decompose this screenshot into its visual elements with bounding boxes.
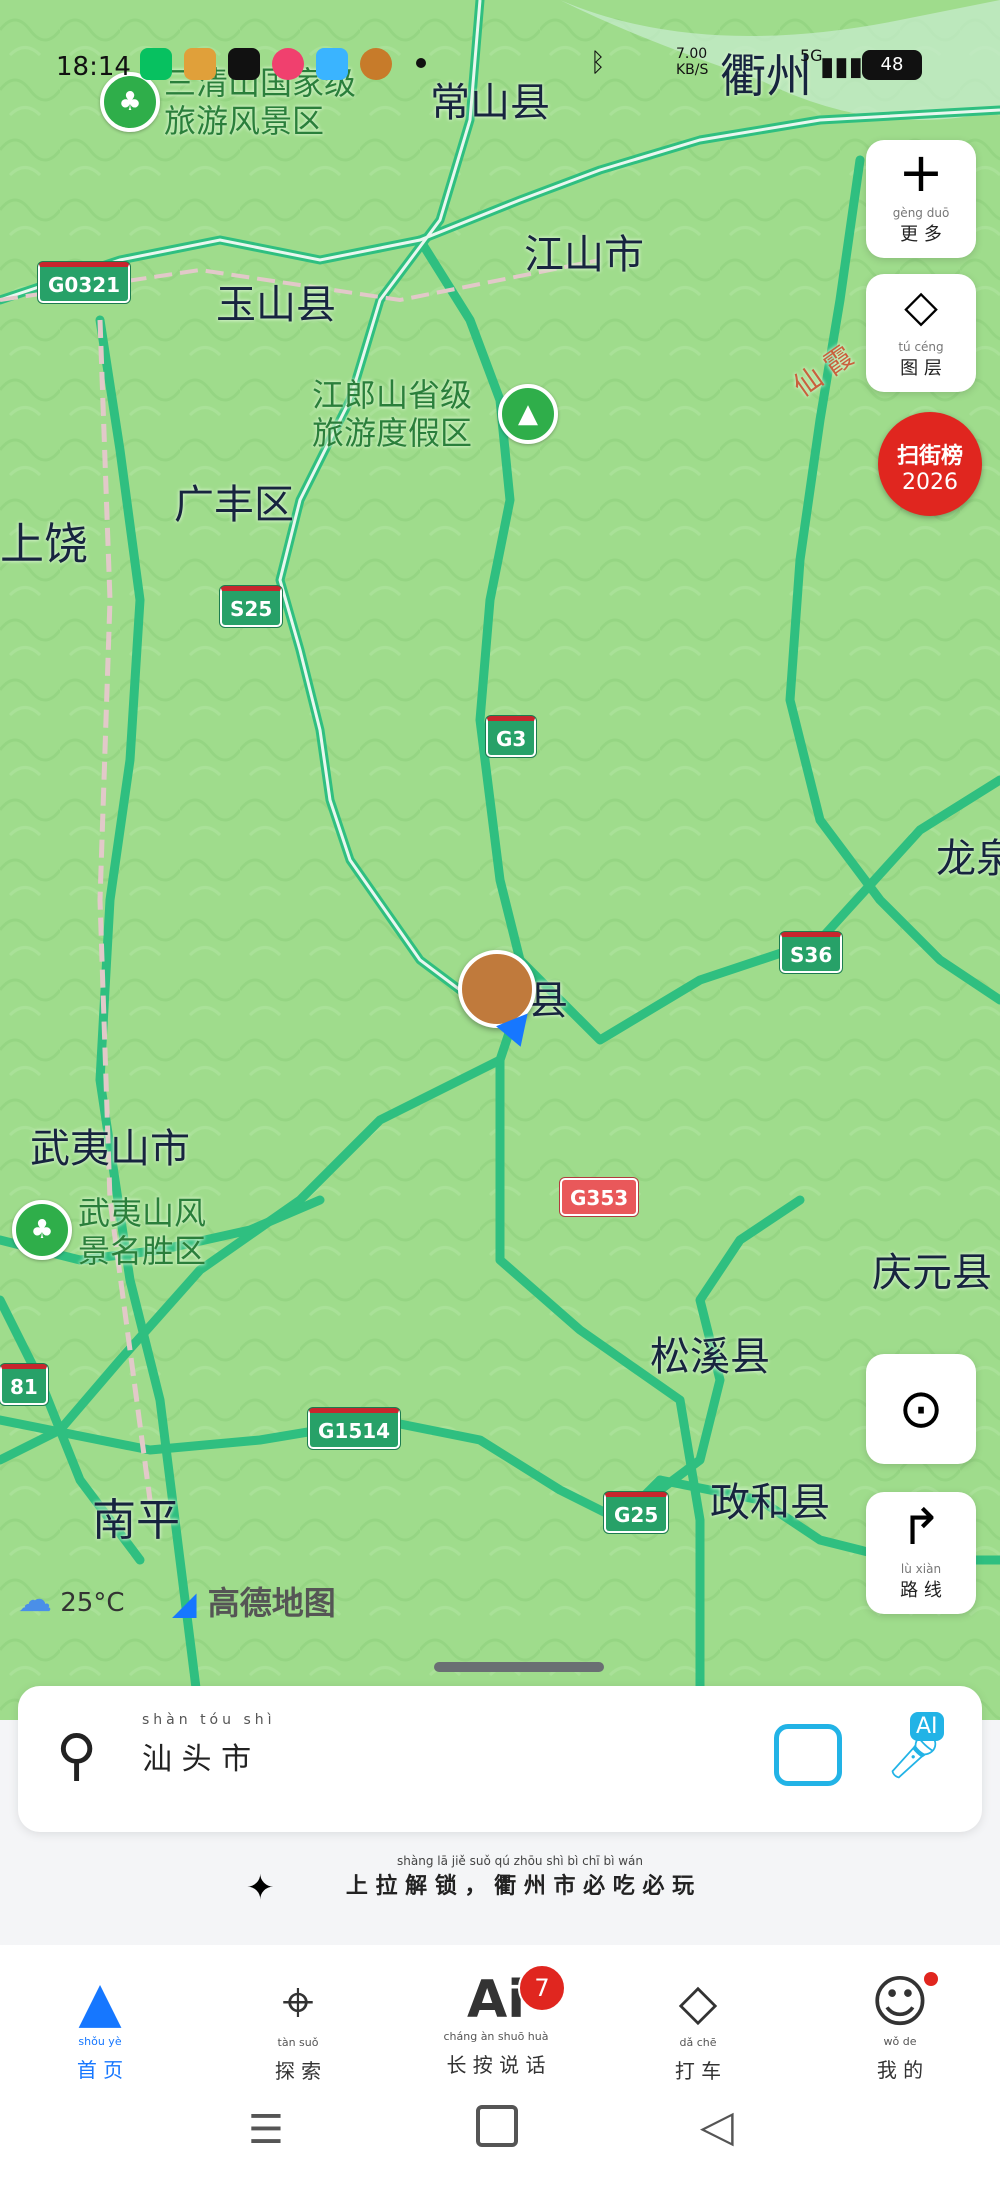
tab-taxi[interactable]: ⬦ dǎ chē 打 车 [628,1970,768,2084]
wechat-icon [140,48,172,80]
road-network [0,0,1000,1720]
place-yushan: 玉山县 [216,282,336,328]
plus-icon: + [898,141,944,204]
map-view[interactable]: 常山县 江山市 玉山县 广丰区 上饶 武夷山市 南平 松溪县 政和县 庆元县 龙… [0,0,1000,1720]
road-g353: G353 [560,1178,639,1216]
scenic-wuyi-2: 景名胜区 [78,1232,207,1270]
place-wuyishan: 武夷山市 [30,1126,190,1172]
taxi-icon: ⬦ [678,1970,718,2035]
tab-label: 我 的 [876,2058,924,2082]
status-time: 18:14 [56,52,131,82]
tab-pinyin: dǎ chē [679,2036,717,2049]
road-g0321: G0321 [38,262,131,303]
more-button[interactable]: + gèng duō 更 多 [866,140,976,258]
camera-icon[interactable] [774,1724,842,1786]
scenic-jianglangshan-1: 江郎山省级 [312,376,473,414]
crosshair-icon: ⊙ [898,1377,944,1440]
tab-explore[interactable]: ⌖ tàn suǒ 探 索 [228,1970,368,2084]
badge-line1: 扫街榜 [896,444,963,469]
tab-label: 长 按 说 话 [446,2053,546,2077]
more-label: 更 多 [900,224,942,245]
routes-pinyin: lù xiàn [900,1562,942,1576]
weather-temp: 25°C [60,1588,125,1618]
road-s36: S36 [780,932,843,973]
road-g3: G3 [486,716,537,757]
tab-profile[interactable]: ☺ wǒ de 我 的 [830,1970,970,2083]
locate-button[interactable]: ⊙ [866,1354,976,1464]
layers-label: 图 层 [900,358,942,379]
signal-bars-icon: ▮▮▮ [820,52,863,82]
video-icon [316,48,348,80]
red-dot-badge [924,1972,938,1986]
road-s25: S25 [220,586,283,627]
cloud-icon: ☁ [18,1580,52,1620]
notification-badge: 7 [518,1964,566,2012]
battery-indicator: 48 [862,50,922,80]
place-qingyuan: 庆元县 [872,1250,992,1296]
scenic-sanqingshan-2: 旅游风景区 [164,102,325,140]
scenic-jianglangshan-2: 旅游度假区 [312,414,473,452]
place-nanping: 南平 [92,1495,180,1546]
search-pinyin: shàn tóu shì [142,1712,276,1728]
tab-home[interactable]: ▲ shǒu yè 首 页 [30,1970,170,2083]
app-icon [184,48,216,80]
place-songxi: 松溪县 [650,1334,770,1380]
bluetooth-icon: ᛒ [590,48,606,78]
tab-pinyin: cháng àn shuō huà [443,2030,549,2043]
scenic-wuyi-1: 武夷山风 [78,1194,207,1232]
bottom-tab-bar: ▲ shǒu yè 首 页 ⌖ tàn suǒ 探 索 Ai 7 cháng à… [0,1945,1000,2201]
net-speed: 7.00 KB/S [676,46,709,78]
navigation-arrow-icon: ▲ [78,1970,122,2035]
scenic-mountain-icon[interactable]: ▲ [498,384,558,444]
scenic-tree-icon[interactable]: ♣ [12,1200,72,1260]
tab-label: 打 车 [674,2059,722,2083]
music-icon [272,48,304,80]
ai-badge: AI [910,1712,944,1741]
road-g25: G25 [604,1492,669,1533]
sparkle-icon: ✦ [246,1868,275,1908]
tab-label: 首 页 [76,2058,124,2082]
profile-icon: ☺ [870,1970,930,2035]
place-longquan: 龙泉 [936,836,1000,882]
promo-banner[interactable]: ✦ shàng lā jiě suǒ qú zhōu shì bì chī bì… [246,1854,750,1908]
back-nav-icon[interactable]: ◁ [700,2101,734,2152]
more-notifications-icon [416,58,426,68]
brand-name: 高德地图 [207,1584,336,1622]
routes-label: 路 线 [900,1580,942,1601]
search-bar[interactable]: ⚲ shàn tóu shì 汕 头 市 🎤︎ AI [18,1686,982,1832]
status-bar: 18:14 ᛒ 7.00 KB/S 5G ▮▮▮ 48 [0,44,1000,88]
promo-pinyin: shàng lā jiě suǒ qú zhōu shì bì chī bì w… [397,1854,643,1868]
search-icon: ⚲ [56,1723,98,1788]
more-pinyin: gèng duō [892,206,950,220]
place-jiangshan: 江山市 [524,232,644,278]
tab-voice[interactable]: Ai 7 cháng àn shuō huà 长 按 说 话 [426,1964,566,2078]
layers-icon: ◇ [904,281,938,332]
layers-button[interactable]: ◇ tú céng 图 层 [866,274,976,392]
badge-line2: 2026 [902,470,958,495]
route-arrow-icon: ↱ [900,1498,942,1556]
tab-pinyin: wǒ de [883,2035,917,2048]
menu-nav-icon[interactable]: ☰ [248,2107,284,2153]
layers-pinyin: tú céng [898,340,944,354]
place-shangrao: 上饶 [0,519,88,570]
road-g1514: G1514 [308,1408,401,1449]
tab-label: 探 索 [274,2059,322,2083]
promo-text: 上 拉 解 锁 ， 衢 州 市 必 吃 必 玩 [345,1874,695,1899]
weather-widget[interactable]: ☁ 25°C [18,1580,125,1620]
place-zhenghe: 政和县 [710,1480,830,1526]
tab-pinyin: shǒu yè [78,2035,122,2048]
place-guangfeng: 广丰区 [174,482,294,528]
brand-logo: ◢ 高德地图 [172,1578,336,1624]
search-text: 汕 头 市 [142,1742,252,1777]
location-pin-icon: ⌖ [282,1970,314,2035]
amap-logo-icon: ◢ [172,1584,197,1622]
tiktok-icon [228,48,260,80]
road-edge-81: 81 [0,1364,48,1405]
drag-handle[interactable] [434,1662,604,1672]
home-nav-icon[interactable] [476,2105,518,2147]
street-ranking-badge[interactable]: 扫街榜 2026 [878,412,982,516]
routes-button[interactable]: ↱ lù xiàn 路 线 [866,1492,976,1614]
tab-pinyin: tàn suǒ [277,2036,319,2049]
app-icon [360,48,392,80]
